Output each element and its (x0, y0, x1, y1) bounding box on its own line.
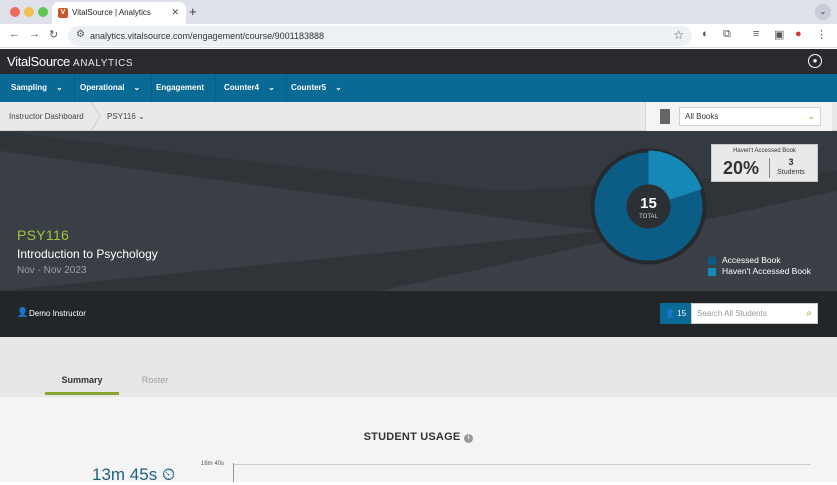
logo-brand: VitalSource (7, 54, 70, 69)
reading-list-icon[interactable]: ≡ (753, 28, 759, 40)
menu-counter5[interactable]: Counter5 ⌄ (280, 74, 353, 102)
favicon-icon: V (58, 8, 68, 18)
clock-icon: ⏲ (161, 465, 176, 484)
legend-swatch (708, 257, 716, 265)
bookmark-star-icon[interactable]: ☆ (673, 28, 684, 42)
tooltip-count: 3 (788, 157, 794, 167)
book-filter: All Books ⌄ (645, 102, 832, 131)
student-search-input[interactable]: Search All Students ⌕ (691, 303, 818, 324)
chevron-down-icon: ⌄ (268, 83, 275, 92)
breadcrumb-separator (90, 102, 101, 131)
instructor-bar: 👤 Demo Instructor 👤 15 Search All Studen… (0, 291, 837, 337)
donut-total-label: TOTAL (639, 214, 658, 220)
menu-label: Counter4 (224, 83, 260, 92)
menu-label: Operational (80, 83, 125, 92)
tooltip-percent: 20% (723, 158, 760, 178)
breadcrumb-course-label: PSY116 (107, 112, 136, 121)
book-icon (660, 109, 670, 124)
tooltip-divider (769, 158, 770, 178)
access-donut-chart[interactable]: 15 TOTAL (590, 148, 707, 265)
legend-label: Accessed Book (722, 255, 781, 265)
address-bar[interactable]: ⚙ analytics.vitalsource.com/engagement/c… (68, 26, 692, 46)
chart-y-axis (233, 463, 234, 482)
usage-title: STUDENT USAGE (363, 431, 461, 443)
account-icon[interactable]: ● (808, 54, 822, 68)
menu-label: Sampling (11, 83, 48, 92)
chart-gridline (233, 464, 811, 465)
chevron-down-icon: ⌄ (335, 83, 342, 92)
minimize-window-button[interactable] (24, 7, 34, 17)
tab-summary[interactable]: Summary (45, 365, 119, 395)
student-usage-heading: STUDENT USAGE i (0, 431, 837, 443)
user-icon: 👤 (17, 307, 29, 317)
side-panel-icon[interactable]: ▣ (774, 28, 784, 41)
menu-label: Counter5 (291, 83, 327, 92)
app-header: VitalSource ANALYTICS ● (0, 49, 837, 74)
tab-title: VitalSource | Analytics (72, 8, 151, 17)
url-text: analytics.vitalsource.com/engagement/cou… (90, 31, 324, 41)
menu-counter4[interactable]: Counter4 ⌄ (213, 74, 287, 102)
site-settings-icon[interactable]: ⚙ (76, 29, 85, 40)
donut-legend: Accessed Book Haven't Accessed Book (708, 255, 811, 277)
browser-tab[interactable]: V VitalSource | Analytics ✕ (52, 2, 186, 24)
chevron-down-icon: ⌄ (133, 83, 141, 92)
book-select[interactable]: All Books ⌄ (679, 107, 821, 126)
tab-search-button[interactable]: ⌄ (815, 4, 831, 20)
course-code: PSY116 (17, 227, 70, 243)
student-count: 15 (677, 309, 687, 318)
course-hero: PSY116 Introduction to Psychology Nov - … (0, 131, 837, 291)
puzzle-extensions-icon[interactable]: ⧉ (723, 28, 731, 41)
course-dates: Nov - Nov 2023 (17, 265, 87, 276)
tooltip-title: Haven't Accessed Book (733, 148, 796, 154)
breadcrumb-instructor-dashboard[interactable]: Instructor Dashboard (9, 112, 84, 121)
donut-total-value: 15 (640, 195, 657, 212)
back-arrow-icon[interactable]: ← (9, 28, 20, 40)
reload-icon[interactable]: ↻ (49, 28, 58, 41)
extension-icon[interactable]: ◐ (702, 28, 709, 40)
legend-item-not-accessed[interactable]: Haven't Accessed Book (708, 266, 811, 277)
search-placeholder: Search All Students (697, 309, 767, 318)
main-menu: Sampling ⌄ Operational ⌄ Engagement Counte… (0, 74, 837, 102)
menu-operational[interactable]: Operational ⌄ (69, 74, 153, 102)
donut-tooltip: Haven't Accessed Book 20% 3 Students (711, 144, 818, 182)
browser-menu-icon[interactable]: ⋮ (816, 28, 827, 41)
course-title: Introduction to Psychology (17, 247, 158, 261)
browser-tab-strip: V VitalSource | Analytics ✕ + ⌄ (0, 0, 837, 24)
breadcrumb-course-select[interactable]: PSY116 ⌄ (107, 112, 145, 121)
close-tab-icon[interactable]: ✕ (171, 7, 179, 18)
browser-toolbar: ← → ↻ ⚙ analytics.vitalsource.com/engage… (0, 24, 837, 48)
profile-icon[interactable]: ● (795, 28, 802, 40)
usage-value-text: 13m 45s (92, 465, 158, 484)
info-icon[interactable]: i (464, 434, 474, 443)
legend-item-accessed[interactable]: Accessed Book (708, 255, 811, 266)
menu-label: Engagement (156, 83, 205, 92)
tooltip-unit: Students (777, 169, 805, 176)
instructor-name: Demo Instructor (29, 309, 86, 318)
book-select-value: All Books (685, 112, 719, 121)
axis-tick-label: 16m 40s (201, 461, 225, 467)
forward-arrow-icon[interactable]: → (29, 28, 40, 40)
maximize-window-button[interactable] (38, 7, 48, 17)
tab-roster[interactable]: Roster (125, 365, 185, 395)
legend-label: Haven't Accessed Book (722, 266, 812, 276)
person-icon: 👤 (664, 309, 675, 318)
chevron-down-icon: ⌄ (807, 111, 815, 121)
new-tab-button[interactable]: + (189, 4, 197, 19)
average-usage-value: 13m 45s ⏲ (92, 465, 175, 485)
student-count-badge: 👤 15 (660, 303, 691, 324)
vitalsource-logo[interactable]: VitalSource ANALYTICS (7, 54, 133, 69)
search-icon[interactable]: ⌕ (806, 304, 812, 323)
chevron-down-icon: ⌄ (56, 83, 63, 92)
chevron-down-icon: ⌄ (138, 112, 145, 121)
logo-suffix: ANALYTICS (72, 58, 134, 69)
menu-sampling[interactable]: Sampling ⌄ (0, 74, 75, 102)
legend-swatch (708, 268, 716, 276)
close-window-button[interactable] (10, 7, 20, 17)
menu-engagement[interactable]: Engagement (145, 74, 217, 102)
